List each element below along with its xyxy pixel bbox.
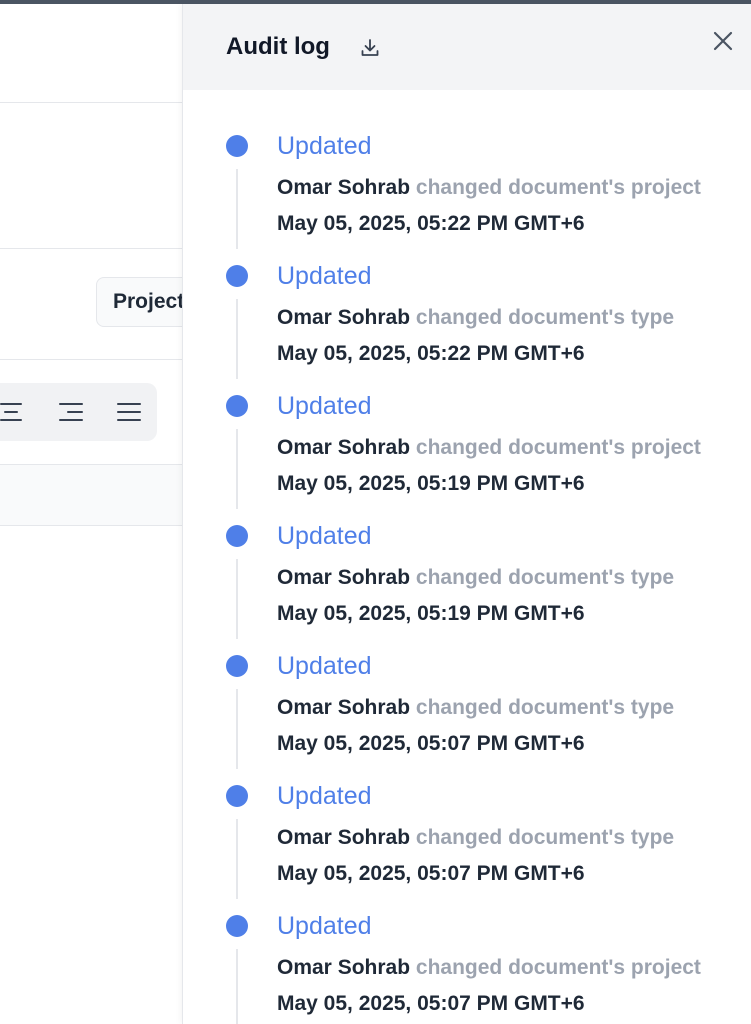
entry-action: Updated bbox=[277, 392, 372, 420]
entry-description: Omar Sohrab changed document's project bbox=[277, 434, 701, 462]
timeline-dot bbox=[226, 655, 248, 677]
timeline-dot bbox=[226, 915, 248, 937]
align-right-icon[interactable] bbox=[59, 403, 85, 421]
align-center-icon[interactable] bbox=[0, 403, 26, 421]
entry-description: Omar Sohrab changed document's type bbox=[277, 304, 674, 332]
panel-title: Audit log bbox=[226, 33, 330, 60]
entry-description: Omar Sohrab changed document's type bbox=[277, 824, 674, 852]
entry-description: Omar Sohrab changed document's type bbox=[277, 694, 674, 722]
entry-user: Omar Sohrab bbox=[277, 306, 411, 329]
timeline-dot bbox=[226, 135, 248, 157]
entry-user: Omar Sohrab bbox=[277, 826, 411, 849]
entry-description: Omar Sohrab changed document's project bbox=[277, 954, 701, 982]
entry-action: Updated bbox=[277, 782, 372, 810]
audit-entry: Updated Omar Sohrab changed document's p… bbox=[183, 870, 751, 1024]
entry-change: changed document's type bbox=[415, 306, 675, 329]
download-icon[interactable] bbox=[359, 37, 381, 59]
close-icon[interactable] bbox=[710, 28, 736, 54]
entry-user: Omar Sohrab bbox=[277, 956, 411, 979]
divider bbox=[0, 359, 182, 360]
audit-entry: Updated Omar Sohrab changed document's t… bbox=[183, 220, 751, 379]
entry-action: Updated bbox=[277, 912, 372, 940]
audit-entry: Updated Omar Sohrab changed document's t… bbox=[183, 480, 751, 639]
entry-action: Updated bbox=[277, 262, 372, 290]
audit-log-panel: Audit log Updated Omar Sohrab changed do… bbox=[182, 4, 751, 1024]
timeline-dot bbox=[226, 395, 248, 417]
entry-action: Updated bbox=[277, 132, 372, 160]
background-band bbox=[0, 464, 182, 526]
divider bbox=[0, 102, 182, 103]
timeline-line bbox=[236, 949, 238, 1024]
entry-timestamp: May 05, 2025, 05:07 PM GMT+6 bbox=[277, 992, 585, 1015]
audit-entry: Updated Omar Sohrab changed document's t… bbox=[183, 610, 751, 769]
background-page bbox=[0, 4, 182, 1024]
entry-user: Omar Sohrab bbox=[277, 696, 411, 719]
entry-user: Omar Sohrab bbox=[277, 176, 411, 199]
align-justify-icon[interactable] bbox=[117, 403, 143, 421]
timeline-dot bbox=[226, 785, 248, 807]
entry-change: changed document's project bbox=[415, 956, 701, 979]
entry-user: Omar Sohrab bbox=[277, 436, 411, 459]
timeline-dot bbox=[226, 265, 248, 287]
audit-entry: Updated Omar Sohrab changed document's t… bbox=[183, 740, 751, 899]
entry-change: changed document's project bbox=[415, 436, 701, 459]
text-align-toolbar bbox=[0, 383, 157, 441]
entry-description: Omar Sohrab changed document's project bbox=[277, 174, 701, 202]
divider bbox=[0, 248, 182, 249]
entry-action: Updated bbox=[277, 522, 372, 550]
entry-action: Updated bbox=[277, 652, 372, 680]
audit-entry: Updated Omar Sohrab changed document's p… bbox=[183, 90, 751, 249]
entry-change: changed document's type bbox=[415, 696, 675, 719]
entry-change: changed document's project bbox=[415, 176, 701, 199]
entry-user: Omar Sohrab bbox=[277, 566, 411, 589]
audit-entry: Updated Omar Sohrab changed document's p… bbox=[183, 350, 751, 509]
entry-change: changed document's type bbox=[415, 826, 675, 849]
panel-header: Audit log bbox=[183, 4, 751, 90]
entry-change: changed document's type bbox=[415, 566, 675, 589]
entry-description: Omar Sohrab changed document's type bbox=[277, 564, 674, 592]
timeline-dot bbox=[226, 525, 248, 547]
